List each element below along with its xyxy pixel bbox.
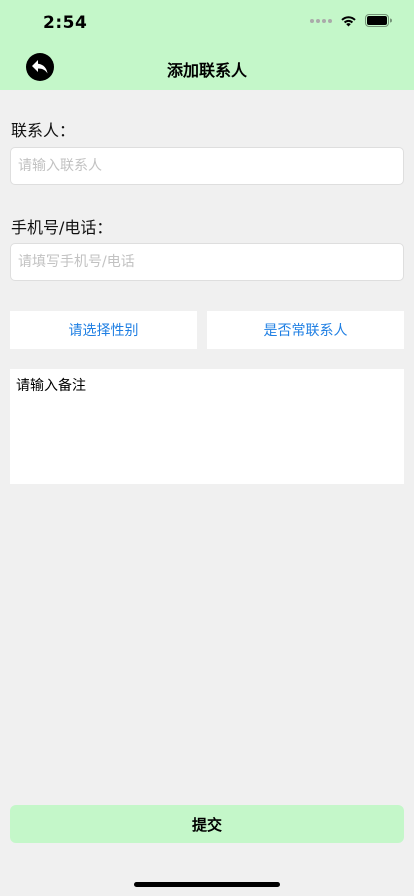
home-indicator: [134, 882, 280, 887]
frequent-contact-button[interactable]: 是否常联系人: [207, 311, 404, 349]
phone-input[interactable]: [10, 243, 404, 281]
wifi-icon: [341, 15, 356, 26]
submit-button[interactable]: 提交: [10, 805, 404, 843]
gender-select-button[interactable]: 请选择性别: [10, 311, 197, 349]
contact-input[interactable]: [10, 147, 404, 185]
status-bar: 2:54: [0, 0, 414, 44]
battery-icon: [365, 14, 392, 27]
nav-bar: 添加联系人: [0, 44, 414, 90]
phone-label: 手机号/电话：: [11, 218, 113, 237]
contact-label: 联系人：: [11, 121, 76, 140]
remark-textarea[interactable]: [10, 369, 404, 484]
status-time: 2:54: [43, 13, 88, 33]
page-title: 添加联系人: [166, 61, 247, 80]
signal-icon: [310, 18, 332, 23]
status-icons: [310, 14, 392, 27]
